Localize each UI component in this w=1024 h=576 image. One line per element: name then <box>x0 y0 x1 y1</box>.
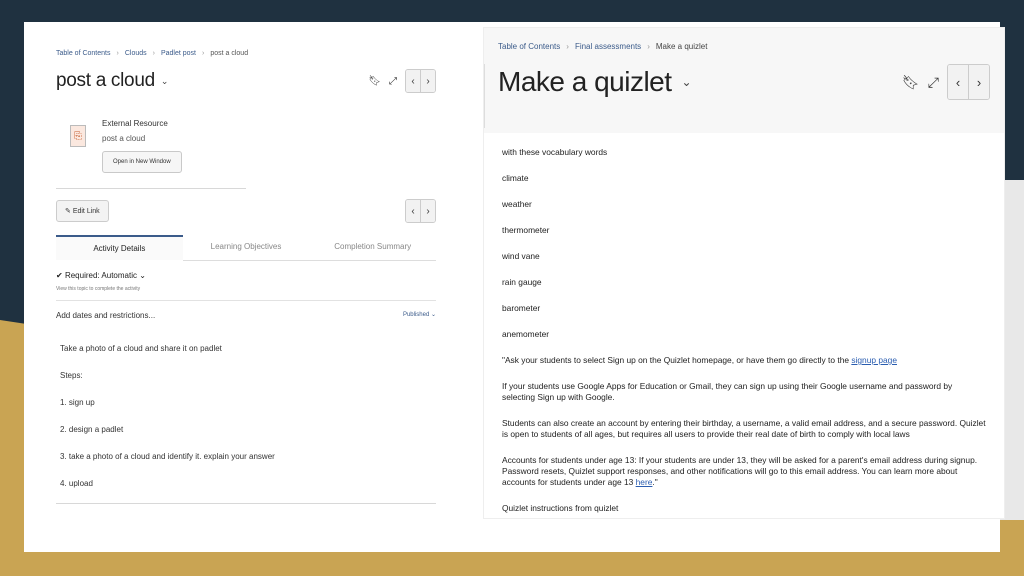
description-line: Steps: <box>60 371 83 380</box>
fullscreen-icon[interactable]: ⤢ <box>928 74 939 91</box>
paragraph-end: ." <box>652 477 658 487</box>
left-panel: Table of Contents › Clouds › Padlet post › … <box>56 50 437 504</box>
tab-activity-details[interactable]: Activity Details <box>56 235 183 261</box>
activity-tabs: Activity Details Learning Objectives Com… <box>56 235 437 261</box>
link-file-icon: ⎘ <box>70 125 86 147</box>
topic-nav: ‹ › <box>405 69 436 93</box>
chevron-down-icon[interactable]: ⌄ <box>161 76 169 87</box>
vocab-word: climate <box>502 173 529 183</box>
instruction-source: Quizlet instructions from quizlet <box>502 503 619 513</box>
breadcrumb-item[interactable]: Final assessments <box>575 42 641 51</box>
page-title: Make a quizlet <box>498 66 672 97</box>
vocab-word: anemometer <box>502 329 550 339</box>
collapse-handle[interactable] <box>484 64 490 128</box>
instruction-paragraph: Accounts for students under age 13: If y… <box>502 455 986 488</box>
next-icon[interactable]: › <box>420 70 435 92</box>
fullscreen-icon[interactable]: ⤢ <box>389 76 397 87</box>
completion-requirement: ✔ Required: Automatic ⌄ View this topic … <box>56 271 436 292</box>
instruction-paragraph: Students can also create an account by e… <box>502 418 986 439</box>
checkmark-icon: ✔ <box>56 271 63 280</box>
breadcrumb: Table of Contents › Final assessments › Ma… <box>498 42 708 51</box>
edit-link-label: Edit Link <box>72 208 100 215</box>
required-dropdown[interactable]: Required: Automatic <box>65 271 137 280</box>
next-icon[interactable]: › <box>968 65 989 99</box>
bookmark-icon[interactable]: 🔖︎ <box>902 74 920 91</box>
breadcrumb-item[interactable]: Table of Contents <box>56 50 110 57</box>
description-line: 2. design a padlet <box>60 425 124 434</box>
right-panel: Table of Contents › Final assessments › Ma… <box>484 28 1004 518</box>
breadcrumb-item[interactable]: Padlet post <box>161 50 196 57</box>
previous-icon[interactable]: ‹ <box>406 70 420 92</box>
breadcrumb-item[interactable]: Clouds <box>125 50 147 57</box>
vocab-word: barometer <box>502 303 541 313</box>
chevron-down-icon[interactable]: ⌄ <box>139 271 146 280</box>
previous-icon[interactable]: ‹ <box>948 65 968 99</box>
intro-text: with these vocabulary words <box>502 147 608 157</box>
vocab-word: weather <box>502 199 532 209</box>
topic-content: with these vocabulary words climate weat… <box>484 133 1004 543</box>
description-line: 3. take a photo of a cloud and identify … <box>60 452 275 461</box>
resource-name: post a cloud <box>102 134 146 143</box>
open-new-window-button[interactable]: Open in New Window <box>102 151 182 173</box>
paragraph-text: "Ask your students to select Sign up on … <box>502 355 850 365</box>
here-link[interactable]: here <box>636 477 653 487</box>
bookmark-icon[interactable]: 🔖︎ <box>368 76 381 87</box>
activity-description: Take a photo of a cloud and share it on … <box>56 344 436 488</box>
paragraph-text: Accounts for students under age 13: If y… <box>502 455 978 487</box>
topic-nav-secondary: ‹ › <box>405 199 436 223</box>
next-icon[interactable]: › <box>420 200 435 222</box>
breadcrumb-item: Make a quizlet <box>655 42 708 51</box>
tab-completion-summary[interactable]: Completion Summary <box>309 235 437 261</box>
vocab-word: thermometer <box>502 225 550 235</box>
previous-icon[interactable]: ‹ <box>406 200 420 222</box>
description-line: 1. sign up <box>60 398 95 407</box>
edit-link-button[interactable]: ✎ Edit Link <box>56 200 109 222</box>
description-line: 4. upload <box>60 479 93 488</box>
required-note: View this topic to complete the activity <box>56 286 141 292</box>
external-resource: ⎘ External Resource post a cloud Open in… <box>70 119 436 173</box>
signup-page-link[interactable]: signup page <box>851 355 897 365</box>
page-title: post a cloud <box>56 70 155 91</box>
resource-type: External Resource <box>102 119 168 128</box>
published-label: Published <box>402 312 430 318</box>
vocab-word: wind vane <box>502 251 540 261</box>
breadcrumb: Table of Contents › Clouds › Padlet post › … <box>56 50 249 57</box>
vocab-word: rain gauge <box>502 277 542 287</box>
description-line: Take a photo of a cloud and share it on … <box>60 344 222 353</box>
published-dropdown[interactable]: Published ⌄ <box>403 311 436 320</box>
breadcrumb-item: post a cloud <box>210 50 249 57</box>
instruction-paragraph: "Ask your students to select Sign up on … <box>502 355 986 366</box>
tab-learning-objectives[interactable]: Learning Objectives <box>182 235 310 261</box>
breadcrumb-item[interactable]: Table of Contents <box>498 42 560 51</box>
add-dates-link[interactable]: Add dates and restrictions... <box>56 311 155 320</box>
chevron-down-icon[interactable]: ⌄ <box>682 75 692 89</box>
instruction-paragraph: If your students use Google Apps for Edu… <box>502 381 953 402</box>
topic-nav: ‹ › <box>947 64 990 100</box>
